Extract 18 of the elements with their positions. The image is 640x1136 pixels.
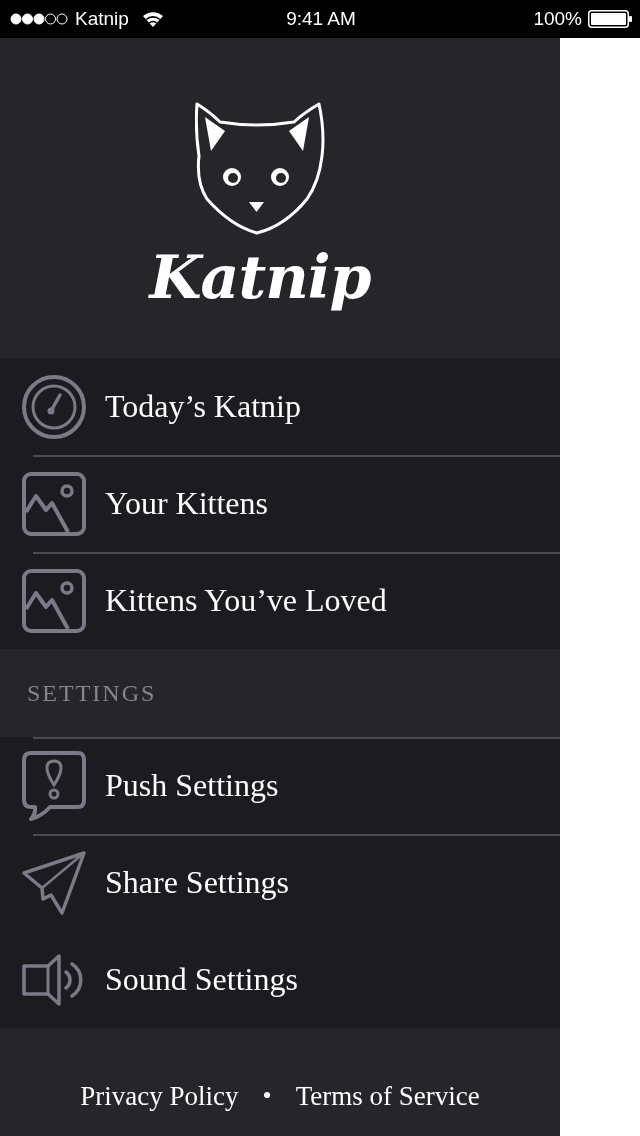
image-icon [22, 568, 86, 633]
section-heading: SETTINGS [27, 679, 157, 707]
footer-link[interactable]: Privacy Policy [80, 1080, 239, 1112]
menu-item[interactable]: Today’s Katnip [0, 358, 560, 455]
signal-strength-icon [10, 13, 68, 25]
menu-item[interactable]: Sound Settings [0, 931, 560, 1028]
battery-percentage: 100% [533, 7, 582, 31]
carrier-name: Katnip [75, 7, 129, 31]
wifi-icon [141, 11, 164, 27]
image-icon [22, 471, 86, 536]
alert-bubble-icon [22, 750, 86, 821]
separator-dot: • [262, 1080, 272, 1112]
cat-face-logo-icon [195, 102, 325, 236]
battery-icon [588, 10, 632, 28]
dial-icon [22, 374, 86, 439]
clock-time: 9:41 AM [286, 7, 356, 31]
paper-plane-icon [22, 850, 86, 915]
footer-link[interactable]: Terms of Service [295, 1080, 480, 1112]
